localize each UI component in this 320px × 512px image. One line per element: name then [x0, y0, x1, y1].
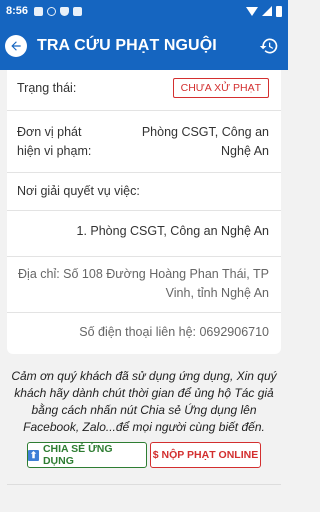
- address-line2: Vinh, tỉnh Nghệ An: [165, 286, 269, 300]
- note-line4: Facebook, Zalo...để mọi người cùng biết …: [23, 420, 265, 434]
- signal-icon: [262, 6, 272, 16]
- address-row: Địa chỉ: Số 108 Đường Hoàng Phan Thái, T…: [7, 258, 281, 310]
- resolution-label-row: Nơi giải quyết vụ việc:: [7, 174, 281, 210]
- divider: [7, 312, 281, 313]
- violation-details-card: Trạng thái: CHƯA XỬ PHẠT Đơn vị phát hiệ…: [7, 70, 281, 354]
- pay-fine-online-button[interactable]: $ NỘP PHẠT ONLINE: [150, 442, 261, 468]
- detected-by-label-line1: Đơn vị phát: [17, 125, 82, 139]
- app-bar: TRA CỨU PHẠT NGUỘI: [0, 22, 288, 70]
- arrow-left-icon: [11, 41, 21, 51]
- sd-card-icon: [73, 6, 83, 16]
- detected-by-value-line1: Phòng CSGT, Công an: [141, 125, 269, 139]
- page-title: TRA CỨU PHẠT NGUỘI: [37, 37, 217, 54]
- upload-icon: ⬆: [28, 449, 39, 461]
- wifi-icon: [246, 6, 258, 16]
- resolution-office-row: 1. Phòng CSGT, Công an Nghệ An: [7, 212, 281, 256]
- note-line2: khách hãy dành chút thời gian để ủng hộ …: [14, 386, 274, 400]
- divider: [7, 172, 281, 173]
- share-app-button[interactable]: ⬆ CHIA SẺ ỨNG DỤNG: [27, 442, 147, 468]
- detected-by-label: Đơn vị phát hiện vi phạm:: [17, 123, 91, 161]
- divider: [7, 256, 281, 257]
- resolution-office: 1. Phòng CSGT, Công an Nghệ An: [76, 224, 270, 238]
- divider: [7, 110, 281, 111]
- back-button[interactable]: [5, 35, 27, 57]
- address-line1: Địa chỉ: Số 108 Đường Hoàng Phan Thái, T…: [18, 267, 269, 281]
- detected-by-row: Đơn vị phát hiện vi phạm: Phòng CSGT, Cô…: [7, 112, 281, 172]
- detected-by-value: Phòng CSGT, Công an Nghệ An: [142, 123, 269, 161]
- status-row: Trạng thái: CHƯA XỬ PHẠT: [7, 70, 281, 108]
- divider: [7, 484, 281, 485]
- resolution-label: Nơi giải quyết vụ việc:: [17, 184, 140, 198]
- status-bar: 8:56: [0, 0, 288, 22]
- status-label: Trạng thái:: [17, 81, 77, 95]
- phone-number[interactable]: Số điện thoại liên hệ: 0692906710: [79, 323, 269, 342]
- thank-you-note: Cảm ơn quý khách đã sử dụng ứng dụng, Xi…: [10, 368, 278, 436]
- battery-icon: [276, 5, 282, 17]
- status-badge: CHƯA XỬ PHẠT: [172, 78, 269, 98]
- history-icon: [259, 38, 278, 54]
- divider: [7, 210, 281, 211]
- status-time: 8:56: [6, 5, 29, 17]
- detected-by-value-line2: Nghệ An: [221, 144, 269, 158]
- address: Địa chỉ: Số 108 Đường Hoàng Phan Thái, T…: [18, 265, 269, 303]
- history-button[interactable]: [257, 34, 281, 58]
- detected-by-label-line2: hiện vi phạm:: [17, 144, 92, 158]
- note-line1: Cảm ơn quý khách đã sử dụng ứng dụng, Xi…: [11, 369, 277, 383]
- note-line3: bằng cách nhấn nút Chia sẻ Ứng dụng lên: [31, 403, 257, 417]
- share-app-label: CHIA SẺ ỨNG DỤNG: [42, 443, 113, 467]
- sync-icon: [47, 6, 57, 16]
- notification-icon: [34, 6, 44, 16]
- shield-icon: [60, 6, 70, 16]
- pay-fine-online-label: $ NỘP PHẠT ONLINE: [152, 449, 259, 461]
- phone-row: Số điện thoại liên hệ: 0692906710: [7, 314, 281, 352]
